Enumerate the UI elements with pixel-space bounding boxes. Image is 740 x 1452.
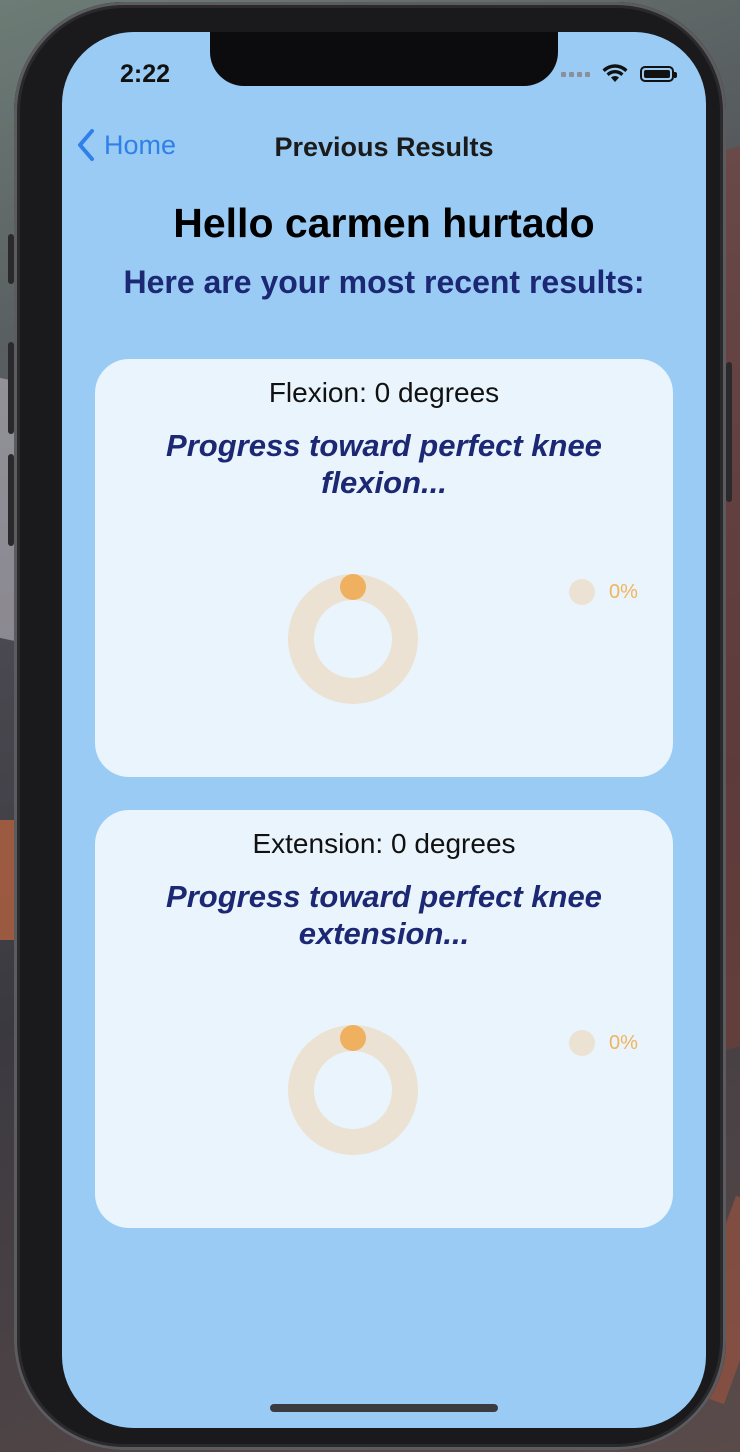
home-indicator[interactable]	[270, 1404, 498, 1412]
flexion-progress-label: Progress toward perfect knee flexion...	[166, 428, 602, 500]
volume-down-button	[8, 454, 14, 546]
flexion-donut-chart	[288, 573, 418, 704]
cellular-signal-icon	[561, 71, 590, 77]
phone-frame: 2:22 Home Previous Results Hello carmen …	[8, 2, 732, 1450]
results-subheading: Here are your most recent results:	[123, 264, 645, 300]
volume-up-button	[8, 342, 14, 434]
flexion-legend: 0%	[569, 579, 638, 605]
wifi-icon	[602, 64, 628, 82]
donut-track	[288, 574, 418, 704]
nav-title: Previous Results	[274, 132, 494, 162]
battery-icon	[640, 66, 677, 82]
extension-value: Extension: 0 degrees	[252, 828, 516, 859]
extension-donut-chart	[288, 1024, 418, 1155]
extension-percent-label: 0%	[609, 1031, 638, 1054]
navigation-bar: Home Previous Results	[62, 128, 706, 172]
app-screen: 2:22 Home Previous Results Hello carmen …	[62, 32, 706, 1428]
flexion-percent-label: 0%	[609, 580, 638, 603]
legend-swatch	[569, 579, 595, 605]
extension-legend: 0%	[569, 1030, 638, 1056]
power-button	[726, 362, 732, 502]
status-icons	[561, 64, 677, 84]
extension-progress-label: Progress toward perfect knee extension..…	[166, 879, 602, 951]
flexion-value: Flexion: 0 degrees	[268, 377, 500, 408]
extension-card: Extension: 0 degrees Progress toward per…	[95, 810, 673, 1228]
mute-switch	[8, 234, 14, 284]
greeting-heading: Hello carmen hurtado	[173, 200, 595, 246]
legend-swatch	[569, 1030, 595, 1056]
donut-track	[288, 1025, 418, 1155]
flexion-card: Flexion: 0 degrees Progress toward perfe…	[95, 359, 673, 777]
status-time: 2:22	[120, 60, 171, 88]
notch	[210, 32, 558, 86]
